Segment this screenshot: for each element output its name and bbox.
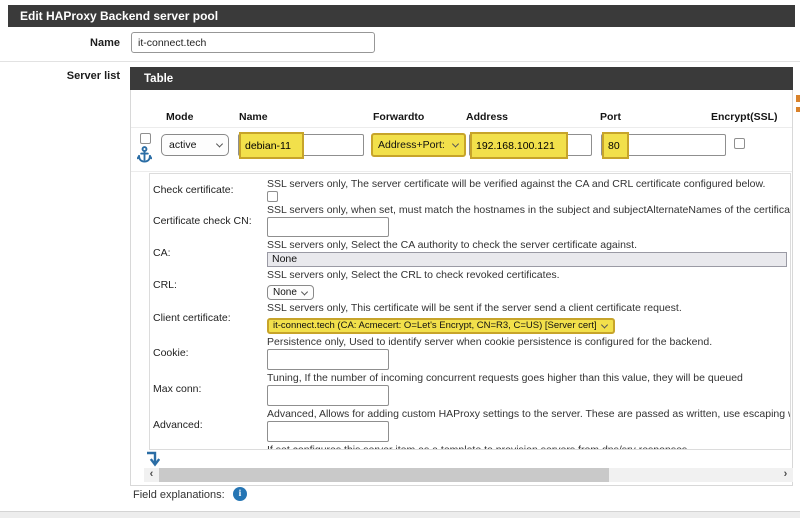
scroll-right-icon[interactable]: › [778, 468, 793, 482]
field-label: Certificate check CN: [150, 215, 267, 227]
client-certificate-select-value: it-connect.tech (CA: Acmecert: O=Let's E… [273, 320, 597, 331]
field-label: Max conn: [150, 383, 267, 395]
field-label: CA: [150, 247, 267, 259]
col-header-mode: Mode [166, 111, 193, 123]
clipped-column-fragment [796, 107, 800, 112]
chevron-down-icon [601, 321, 608, 328]
highlighted-value: debian-11 [239, 132, 304, 159]
highlighted-value: 80 [602, 132, 629, 159]
scrollbar-track[interactable] [159, 468, 778, 482]
server-list-label: Server list [0, 70, 120, 82]
section-divider [0, 61, 800, 62]
field-description: SSL servers only, when set, must match t… [267, 204, 790, 216]
haproxy-backend-edit-page: Edit HAProxy Backend server pool Name Se… [0, 0, 800, 518]
detail-row-client-certificate: Client certificate: SSL servers only, Th… [150, 302, 790, 334]
row-select-checkbox[interactable] [140, 133, 151, 144]
field-description: SSL servers only, Select the CA authorit… [267, 239, 790, 251]
detail-row-max-conn: Max conn: Tuning, If the number of incom… [150, 372, 790, 406]
cookie-input[interactable] [267, 349, 389, 370]
chevron-down-icon [301, 288, 308, 295]
detail-row-crl: CRL: SSL servers only, Select the CRL to… [150, 269, 790, 300]
col-header-address: Address [466, 111, 508, 123]
table-divider [131, 127, 792, 128]
mode-select-value: active [169, 139, 196, 151]
backend-name-input[interactable] [131, 32, 375, 53]
detail-row-cookie: Cookie: Persistence only, Used to identi… [150, 336, 790, 370]
server-name-input[interactable]: debian-11 [238, 134, 364, 156]
detail-row-check-certificate: Check certificate: SSL servers only, The… [150, 178, 790, 202]
server-table: Table Mode Name Forwardto Address Port E… [130, 67, 793, 486]
clipped-column-fragment [796, 95, 800, 102]
client-certificate-select[interactable]: it-connect.tech (CA: Acmecert: O=Let's E… [267, 318, 615, 334]
highlighted-value: 192.168.100.121 [470, 132, 568, 159]
col-header-forwardto: Forwardto [373, 111, 424, 123]
field-label: Cookie: [150, 347, 267, 359]
detail-row-advanced: Advanced: Advanced, Allows for adding cu… [150, 408, 790, 442]
col-header-encrypt-ssl: Encrypt(SSL) [711, 111, 778, 123]
field-label: Advanced: [150, 419, 267, 431]
footer-bar [0, 511, 800, 518]
field-label: Check certificate: [150, 184, 267, 196]
field-description: Advanced, Allows for adding custom HAPro… [267, 408, 790, 420]
field-description: SSL servers only, The server certificate… [267, 178, 790, 190]
detail-row-certificate-check-cn: Certificate check CN: SSL servers only, … [150, 204, 790, 237]
detail-row-ca: CA: SSL servers only, Select the CA auth… [150, 239, 790, 267]
detail-row-dns-template-count: DNS template count: If set configures th… [150, 444, 790, 451]
server-address-input[interactable]: 192.168.100.121 [469, 134, 592, 156]
field-label: Client certificate: [150, 312, 267, 324]
scrollbar-thumb[interactable] [159, 468, 609, 482]
table-header-title: Table [144, 73, 173, 85]
forwardto-select[interactable]: Address+Port: [371, 133, 466, 157]
chevron-down-icon [452, 140, 459, 147]
name-label: Name [0, 37, 120, 49]
col-header-name: Name [239, 111, 268, 123]
check-certificate-checkbox[interactable] [267, 191, 278, 202]
advanced-input[interactable] [267, 421, 389, 442]
field-explanations-label: Field explanations: [133, 489, 225, 501]
col-header-port: Port [600, 111, 621, 123]
encrypt-ssl-checkbox[interactable] [734, 138, 745, 149]
forwardto-select-value: Address+Port: [378, 139, 445, 151]
horizontal-scrollbar[interactable]: ‹ › [144, 468, 793, 482]
ca-listbox[interactable]: None [267, 252, 787, 267]
chevron-down-icon [216, 140, 223, 147]
field-description: Persistence only, Used to identify serve… [267, 336, 790, 348]
ca-selected-option: None [272, 253, 297, 265]
page-title-text: Edit HAProxy Backend server pool [20, 9, 218, 23]
field-description: If set configures this server item as a … [267, 444, 790, 451]
anchor-icon[interactable] [137, 146, 152, 168]
scroll-left-icon[interactable]: ‹ [144, 468, 159, 482]
crl-select-value: None [273, 287, 297, 298]
page-title: Edit HAProxy Backend server pool [8, 5, 795, 27]
mode-select[interactable]: active [161, 134, 229, 156]
field-label: CRL: [150, 279, 267, 291]
table-divider [131, 171, 792, 172]
server-port-input[interactable]: 80 [601, 134, 726, 156]
certificate-check-cn-input[interactable] [267, 217, 389, 237]
max-conn-input[interactable] [267, 385, 389, 406]
field-description: SSL servers only, This certificate will … [267, 302, 790, 314]
field-description: Tuning, If the number of incoming concur… [267, 372, 790, 384]
table-header-bar: Table [130, 67, 793, 90]
server-detail-panel: Check certificate: SSL servers only, The… [149, 173, 791, 450]
info-icon[interactable]: i [233, 487, 247, 501]
crl-select[interactable]: None [267, 285, 314, 300]
field-description: SSL servers only, Select the CRL to chec… [267, 269, 790, 281]
